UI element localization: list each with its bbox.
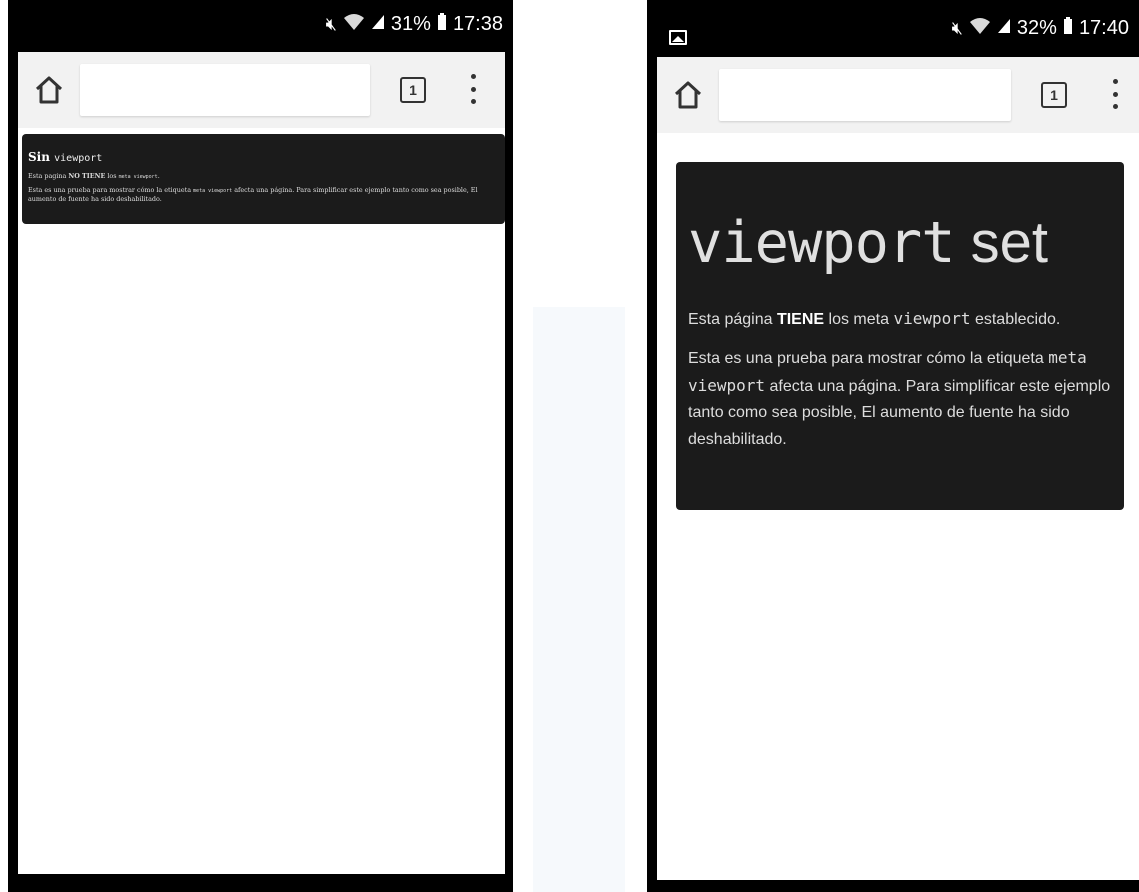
tab-count: 1 — [409, 82, 417, 98]
card-paragraph-1: Esta página TIENE los meta viewport esta… — [688, 309, 1061, 328]
background-strip — [533, 307, 625, 892]
mute-icon: 🔇︎ — [325, 13, 337, 34]
card-paragraph-2: Esta es una prueba para mostrar cómo la … — [688, 348, 1111, 448]
battery-percent: 32% — [1016, 16, 1057, 39]
card-heading: Sin viewport — [28, 150, 103, 164]
card-paragraph-2: Esta es una prueba para mostrar cómo la … — [28, 186, 478, 203]
tab-switcher-button[interactable]: 1 — [400, 77, 426, 103]
status-bar: 🔇︎ 31% 17:38 — [8, 0, 513, 48]
wifi-icon — [343, 13, 365, 36]
content-card: viewport set Esta página TIENE los meta … — [676, 162, 1124, 510]
battery-icon — [1063, 16, 1073, 40]
home-button[interactable] — [671, 79, 705, 111]
signal-icon — [997, 18, 1011, 39]
web-page: Sin viewport Esta pagina NO TIENE los me… — [18, 128, 505, 874]
clock: 17:38 — [452, 12, 503, 35]
content-card: Sin viewport Esta pagina NO TIENE los me… — [22, 134, 505, 224]
card-heading: viewport set — [688, 210, 1049, 276]
home-button[interactable] — [32, 74, 66, 106]
browser-toolbar: 1 — [657, 57, 1139, 133]
tab-count: 1 — [1050, 87, 1058, 103]
left-phone-screen: 🔇︎ 31% 17:38 1 Sin viewport Esta pagina … — [8, 0, 513, 892]
overflow-menu-icon[interactable] — [468, 74, 478, 104]
home-icon — [674, 81, 702, 109]
browser-toolbar: 1 — [18, 52, 505, 128]
mute-icon: 🔇︎ — [951, 17, 963, 38]
home-icon — [35, 76, 63, 104]
tab-switcher-button[interactable]: 1 — [1041, 82, 1067, 108]
status-bar: 🔇︎ 32% 17:40 — [647, 0, 1139, 56]
url-bar[interactable] — [719, 69, 1011, 121]
overflow-menu-icon[interactable] — [1110, 79, 1120, 109]
card-paragraph-1: Esta pagina NO TIENE los meta viewport. — [28, 172, 160, 180]
battery-percent: 31% — [390, 12, 431, 35]
signal-icon — [371, 14, 385, 35]
right-phone-screen: 🔇︎ 32% 17:40 1 viewport set Esta página … — [647, 0, 1139, 892]
url-bar[interactable] — [80, 64, 370, 116]
wifi-icon — [969, 17, 991, 40]
clock: 17:40 — [1078, 16, 1129, 39]
battery-icon — [437, 12, 447, 36]
web-page: viewport set Esta página TIENE los meta … — [657, 133, 1139, 880]
